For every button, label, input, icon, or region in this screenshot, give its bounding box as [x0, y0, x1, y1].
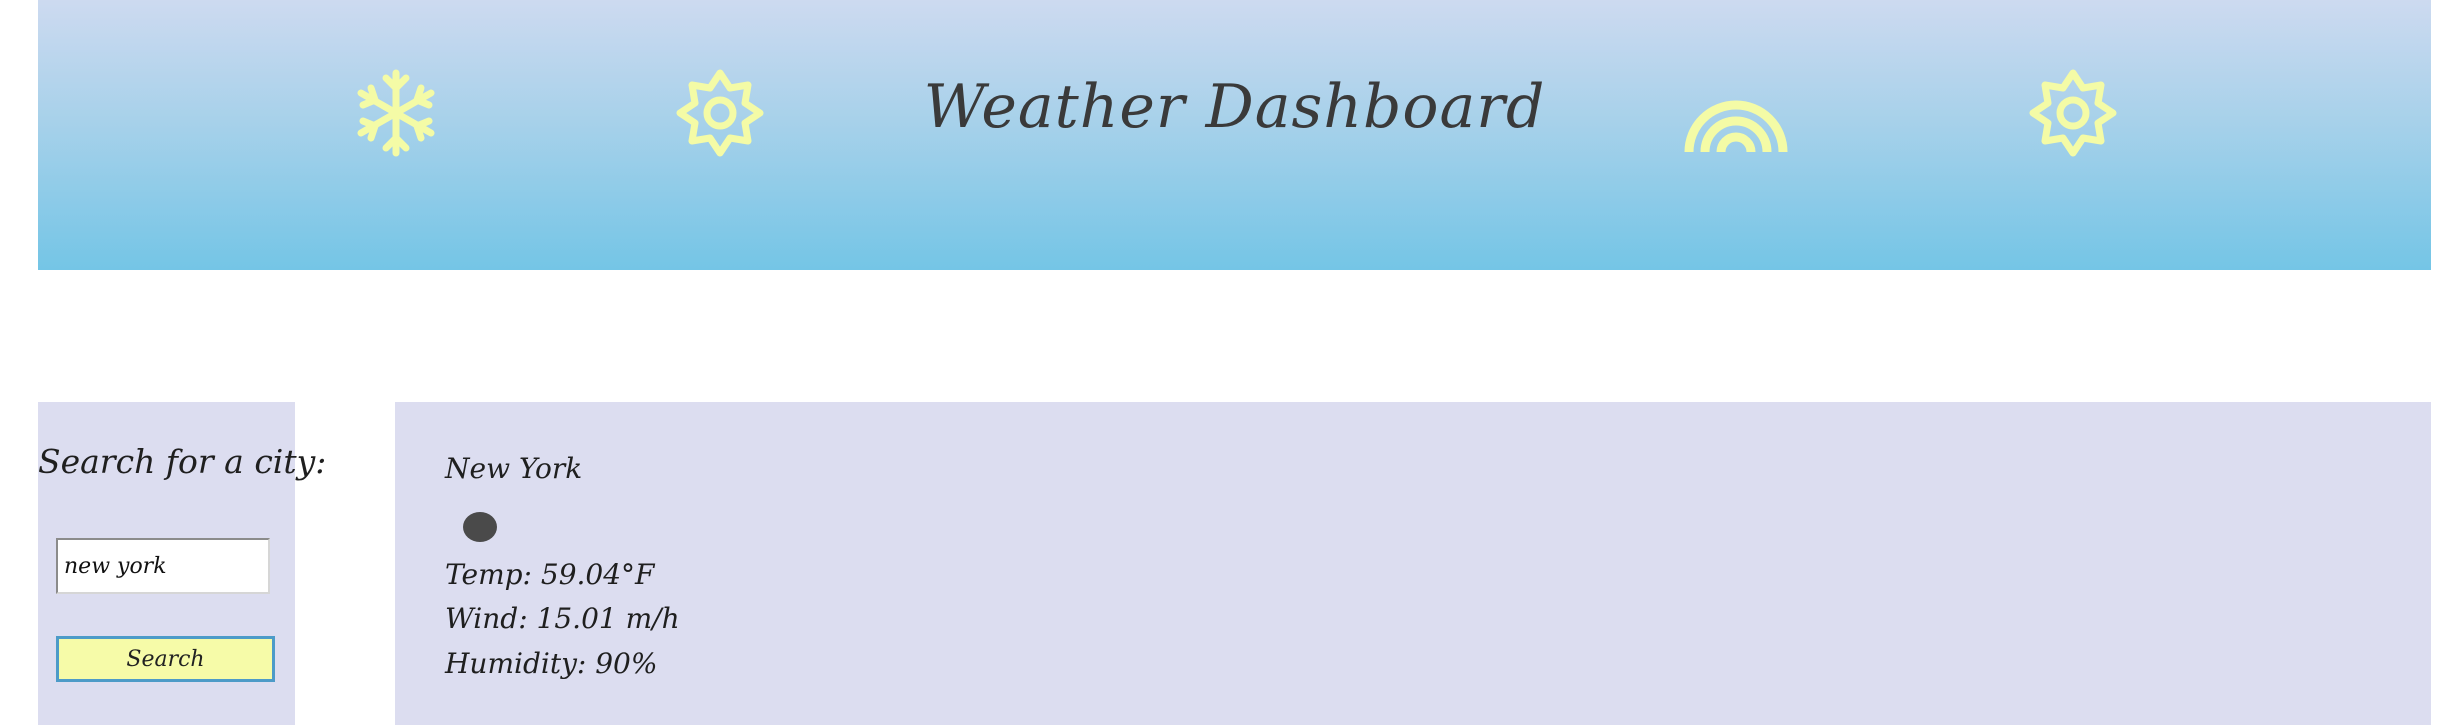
sun-icon — [2028, 68, 2118, 158]
page-title: Weather Dashboard — [923, 72, 1546, 142]
city-name: New York — [445, 452, 583, 485]
wind-speed: Wind: 15.01 m/h — [445, 602, 680, 635]
rainbow-icon — [1681, 72, 1791, 156]
search-sidebar: Search for a city: Search — [38, 402, 327, 725]
page-header: Weather Dashboard — [38, 0, 2431, 270]
search-button[interactable]: Search — [56, 636, 275, 682]
sun-icon — [675, 68, 765, 158]
temperature: Temp: 59.04°F — [445, 558, 655, 591]
weather-condition-icon — [463, 512, 497, 542]
snowflake-icon — [351, 68, 441, 158]
current-weather-panel: New York Temp: 59.04°F Wind: 15.01 m/h H… — [395, 402, 2431, 725]
city-search-input[interactable] — [56, 538, 270, 594]
search-heading: Search for a city: — [38, 442, 327, 481]
humidity: Humidity: 90% — [445, 647, 658, 680]
